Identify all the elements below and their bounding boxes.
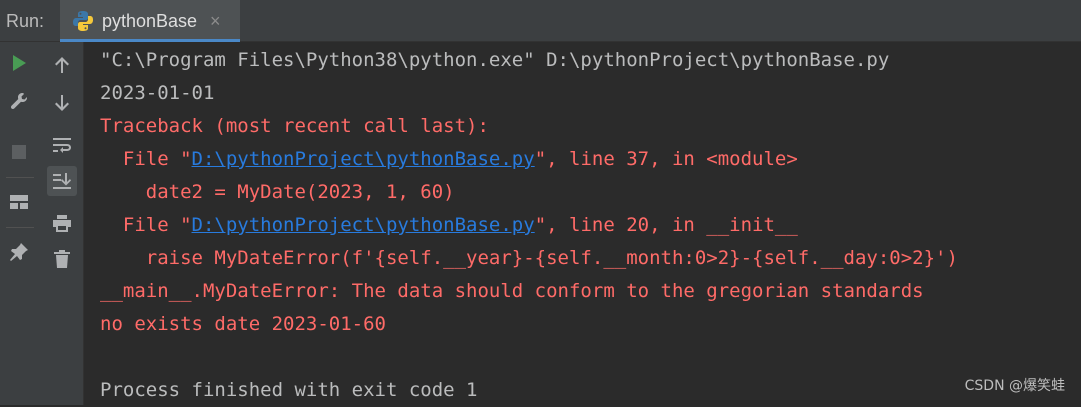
error-detail: no exists date 2023-01-60 bbox=[100, 313, 386, 335]
run-tool-window-header: Run: pythonBase × bbox=[0, 0, 1081, 42]
print-icon[interactable] bbox=[47, 208, 77, 238]
stop-icon[interactable] bbox=[4, 137, 34, 167]
pin-icon[interactable] bbox=[4, 237, 34, 267]
layout-icon[interactable] bbox=[4, 187, 34, 217]
watermark: CSDN @爆笑蛙 bbox=[964, 378, 1065, 394]
frame-2-suffix: ", line 20, in __init__ bbox=[534, 214, 798, 236]
tab-title: pythonBase bbox=[102, 11, 198, 31]
python-icon bbox=[72, 10, 94, 32]
error-message: __main__.MyDateError: The data should co… bbox=[100, 280, 924, 302]
soft-wrap-icon[interactable] bbox=[47, 130, 77, 160]
traceback-frame-1: File "D:\pythonProject\pythonBase.py", l… bbox=[100, 143, 798, 176]
frame-2-prefix: File " bbox=[100, 214, 192, 236]
run-toolbar-right bbox=[40, 42, 84, 405]
arrow-up-icon[interactable] bbox=[47, 50, 77, 80]
console-output[interactable]: "C:\Program Files\Python38\python.exe" D… bbox=[84, 42, 1081, 405]
rerun-icon[interactable] bbox=[4, 48, 34, 78]
toolbar-separator bbox=[6, 227, 34, 228]
close-icon[interactable]: × bbox=[210, 11, 221, 32]
exit-status-line: Process finished with exit code 1 bbox=[100, 379, 478, 401]
run-toolbar-left bbox=[0, 42, 40, 405]
arrow-down-icon[interactable] bbox=[47, 88, 77, 118]
trash-icon[interactable] bbox=[47, 244, 77, 274]
traceback-frame-2-code: raise MyDateError(f'{self.__year}-{self.… bbox=[100, 247, 958, 269]
console-command-line: "C:\Program Files\Python38\python.exe" D… bbox=[100, 49, 890, 71]
tab-pythonbase[interactable]: pythonBase × bbox=[60, 0, 240, 42]
run-label: Run: bbox=[6, 11, 45, 31]
wrench-icon[interactable] bbox=[4, 86, 34, 116]
console-output-date: 2023-01-01 bbox=[100, 82, 215, 104]
traceback-frame-2: File "D:\pythonProject\pythonBase.py", l… bbox=[100, 209, 798, 242]
scroll-to-end-icon[interactable] bbox=[47, 166, 77, 196]
toolbar-separator bbox=[6, 177, 34, 178]
frame-2-file-link[interactable]: D:\pythonProject\pythonBase.py bbox=[192, 214, 535, 236]
frame-1-file-link[interactable]: D:\pythonProject\pythonBase.py bbox=[192, 148, 535, 170]
traceback-frame-1-code: date2 = MyDate(2023, 1, 60) bbox=[100, 181, 455, 203]
frame-1-suffix: ", line 37, in <module> bbox=[534, 148, 798, 170]
frame-1-prefix: File " bbox=[100, 148, 192, 170]
traceback-header: Traceback (most recent call last): bbox=[100, 115, 489, 137]
